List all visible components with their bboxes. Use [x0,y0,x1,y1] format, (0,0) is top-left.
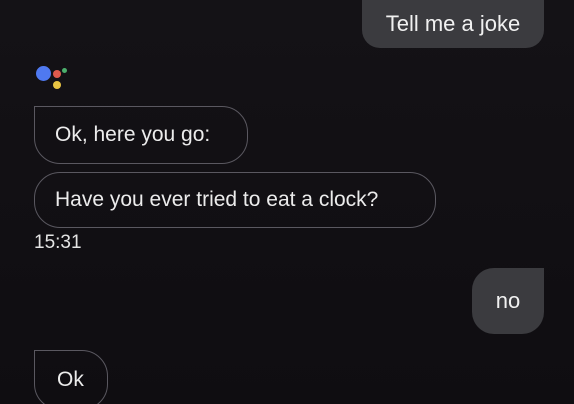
chat-screen: Tell me a joke Ok, here you go: Have you… [0,0,574,404]
assistant-logo-icon [36,64,70,94]
assistant-message-bubble: Ok, here you go: [34,106,248,164]
message-timestamp: 15:31 [34,232,82,253]
user-reply-bubble: no [472,268,544,334]
assistant-reply-bubble: Ok [34,350,108,404]
assistant-joke-bubble: Have you ever tried to eat a clock? [34,172,436,228]
user-message-bubble: Tell me a joke [362,0,544,48]
